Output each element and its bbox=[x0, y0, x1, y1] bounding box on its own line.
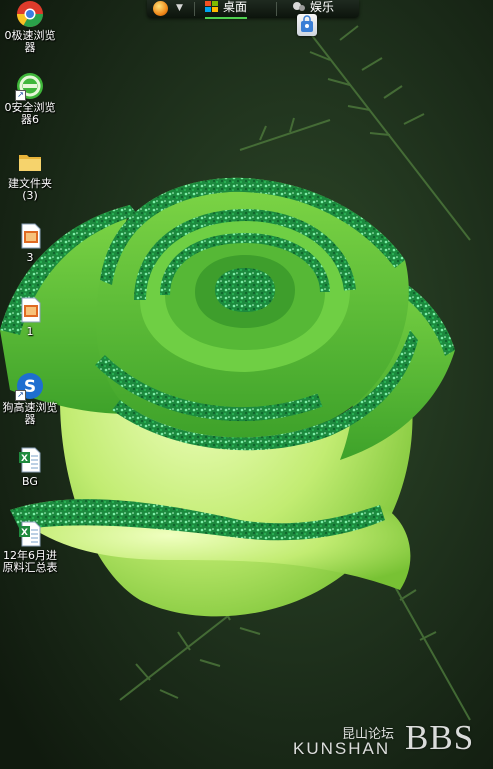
desktop-icon-file-1[interactable]: 1 bbox=[0, 296, 60, 338]
desktop-icon-label: 1 bbox=[26, 325, 34, 338]
excel-file-icon: X bbox=[16, 520, 44, 548]
desktop-icon-browser-speed[interactable]: 0极速浏览 器 bbox=[0, 0, 60, 54]
toolbar-divider bbox=[276, 2, 277, 16]
desktop-icon-browser-sogou[interactable]: S ↗ 狗高速浏览 器 bbox=[0, 372, 60, 426]
desktop-icon-file-bg[interactable]: X BG bbox=[0, 446, 60, 488]
tab-desktop[interactable]: 桌面 bbox=[205, 0, 248, 19]
watermark-en: KUNSHAN bbox=[293, 739, 391, 758]
excel-file-icon: X bbox=[16, 446, 44, 474]
bag-icon[interactable] bbox=[297, 14, 317, 36]
desktop-icon-label: 狗高速浏览 器 bbox=[2, 401, 58, 426]
presentation-file-icon bbox=[16, 222, 44, 250]
desktop-icon-label: BG bbox=[22, 475, 38, 488]
svg-text:X: X bbox=[21, 528, 28, 538]
shortcut-arrow-icon: ↗ bbox=[15, 390, 26, 401]
watermark-bbs: BBS bbox=[405, 718, 475, 757]
desktop-icon-label: 0安全浏览 器6 bbox=[4, 101, 56, 126]
360-browser-icon: ↗ bbox=[15, 72, 44, 101]
svg-text:X: X bbox=[21, 454, 28, 464]
desktop-icon-label: 3 bbox=[26, 251, 34, 264]
chrome-icon bbox=[16, 0, 44, 28]
desktop-icon-label: 12年6月进 原料汇总表 bbox=[2, 549, 58, 574]
desktop-icon-file-3[interactable]: 3 bbox=[0, 222, 60, 264]
app-logo-icon[interactable] bbox=[153, 1, 168, 16]
sogou-browser-icon: S ↗ bbox=[15, 372, 44, 401]
folder-icon bbox=[16, 148, 44, 176]
presentation-file-icon bbox=[16, 296, 44, 324]
desktop-icon-new-folder[interactable]: 建文件夹 (3) bbox=[0, 148, 60, 202]
desktop-icon-file-summary[interactable]: X 12年6月进 原料汇总表 bbox=[0, 520, 60, 574]
windows-logo-icon bbox=[205, 1, 219, 17]
desktop-icon-label: 0极速浏览 器 bbox=[4, 29, 56, 54]
top-toolbar: ▼ 桌面 娱乐 bbox=[147, 0, 359, 36]
tab-entertainment-label: 娱乐 bbox=[310, 0, 335, 14]
desktop-icon-label: 建文件夹 (3) bbox=[8, 177, 52, 202]
tab-desktop-label: 桌面 bbox=[223, 0, 248, 14]
shortcut-arrow-icon: ↗ bbox=[15, 90, 26, 101]
desktop-icon-browser-safe[interactable]: ↗ 0安全浏览 器6 bbox=[0, 72, 60, 126]
wallpaper-green-rose bbox=[0, 0, 493, 769]
toolbar-divider bbox=[194, 2, 195, 16]
chevron-down-icon[interactable]: ▼ bbox=[176, 3, 183, 13]
